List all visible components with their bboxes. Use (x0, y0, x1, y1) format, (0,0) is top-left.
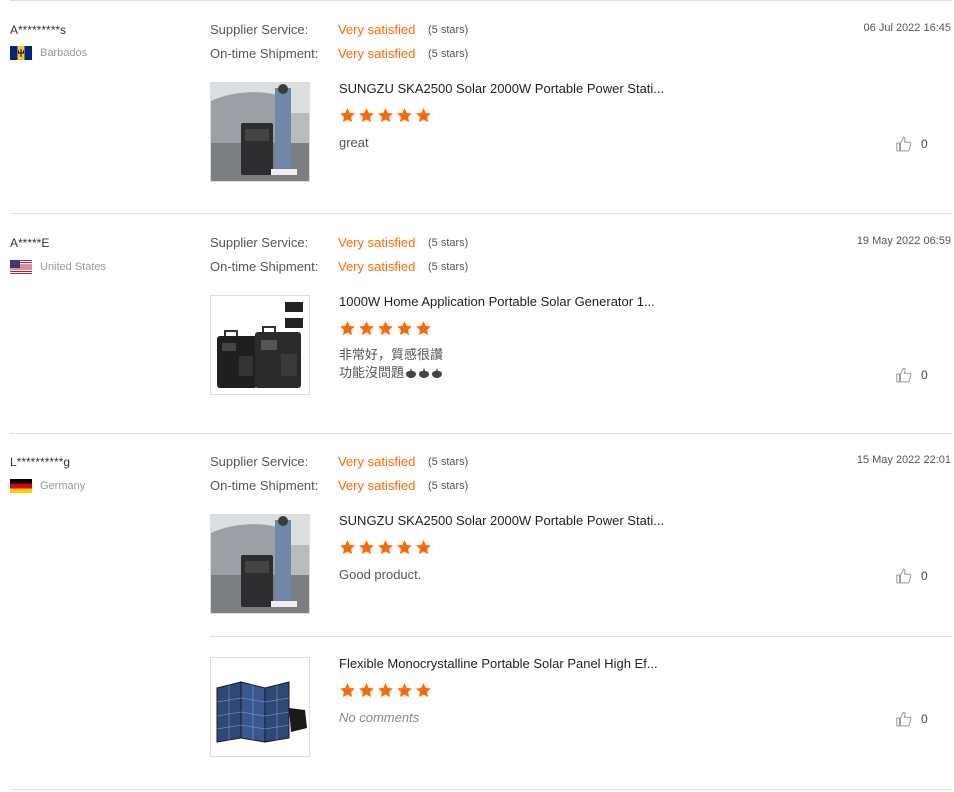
buyer-name: A*****E (10, 236, 50, 250)
star-icon (339, 682, 356, 699)
supplier-service-value: Very satisfied (338, 235, 416, 250)
comment-line: 非常好，質感很讚 (339, 347, 444, 362)
divider (10, 0, 952, 1)
supplier-service-stars: (5 stars) (428, 24, 469, 36)
supplier-service-value: Very satisfied (338, 454, 416, 469)
product-thumbnail[interactable] (210, 295, 310, 395)
product-thumbnail[interactable] (210, 82, 310, 182)
power-station-photo-icon (211, 83, 309, 181)
product-title[interactable]: SUNGZU SKA2500 Solar 2000W Portable Powe… (339, 81, 664, 96)
pointing-hand-icon (405, 367, 443, 379)
star-icon (377, 320, 394, 337)
helpful-button[interactable]: 0 (895, 135, 928, 153)
review-comment: 非常好，質感很讚 功能沒問題 (339, 346, 443, 382)
buyer-country: United States (10, 260, 106, 274)
star-icon (339, 320, 356, 337)
star-icon (415, 539, 432, 556)
power-station-photo-icon (211, 515, 309, 613)
product-thumbnail[interactable] (210, 514, 310, 614)
like-count: 0 (921, 569, 928, 583)
review-date: 06 Jul 2022 16:45 (863, 22, 951, 34)
star-icon (339, 539, 356, 556)
germany-flag-icon (10, 479, 32, 493)
solar-panel-photo-icon (211, 658, 309, 756)
supplier-service-value: Very satisfied (338, 22, 416, 37)
shipment-label: On-time Shipment: (210, 478, 319, 493)
review-date: 19 May 2022 06:59 (856, 235, 951, 247)
helpful-button[interactable]: 0 (895, 366, 928, 384)
product-thumbnail[interactable] (210, 657, 310, 757)
thumbs-up-icon (895, 135, 913, 153)
shipment-value: Very satisfied (338, 478, 416, 493)
buyer-name: A*********s (10, 23, 67, 37)
star-icon (358, 682, 375, 699)
shipment-value: Very satisfied (338, 46, 416, 61)
star-icon (358, 320, 375, 337)
usa-flag-icon (10, 260, 32, 274)
star-icon (377, 682, 394, 699)
shipment-value: Very satisfied (338, 259, 416, 274)
review-comment: No comments (339, 710, 420, 725)
review-comment: Good product. (339, 567, 422, 582)
like-count: 0 (921, 712, 928, 726)
star-icon (396, 682, 413, 699)
review-comment: great (339, 135, 369, 150)
country-name: United States (40, 261, 107, 273)
star-icon (415, 107, 432, 124)
star-icon (377, 539, 394, 556)
star-icon (415, 682, 432, 699)
shipment-stars: (5 stars) (428, 261, 469, 273)
product-title[interactable]: Flexible Monocrystalline Portable Solar … (339, 656, 658, 671)
product-rating (339, 107, 432, 124)
product-title[interactable]: SUNGZU SKA2500 Solar 2000W Portable Powe… (339, 513, 664, 528)
star-icon (396, 107, 413, 124)
helpful-button[interactable]: 0 (895, 710, 928, 728)
like-count: 0 (921, 137, 928, 151)
star-icon (358, 107, 375, 124)
product-rating (339, 320, 432, 337)
thumbs-up-icon (895, 366, 913, 384)
star-icon (377, 107, 394, 124)
buyer-country: Barbados (10, 46, 87, 60)
comment-line: 功能沒問題 (339, 364, 443, 382)
supplier-service-label: Supplier Service: (210, 22, 309, 37)
shipment-stars: (5 stars) (428, 48, 469, 60)
star-icon (415, 320, 432, 337)
like-count: 0 (921, 368, 928, 382)
divider (210, 636, 952, 637)
generator-photo-icon (211, 296, 309, 394)
country-name: Germany (40, 480, 86, 492)
divider (10, 213, 952, 214)
star-icon (358, 539, 375, 556)
thumbs-up-icon (895, 567, 913, 585)
shipment-stars: (5 stars) (428, 480, 469, 492)
star-icon (396, 539, 413, 556)
star-icon (339, 107, 356, 124)
review-date: 15 May 2022 22:01 (856, 454, 951, 466)
buyer-country: Germany (10, 479, 85, 493)
product-title[interactable]: 1000W Home Application Portable Solar Ge… (339, 294, 655, 309)
divider (10, 789, 952, 790)
divider (10, 433, 952, 434)
supplier-service-label: Supplier Service: (210, 235, 309, 250)
thumbs-up-icon (895, 710, 913, 728)
shipment-label: On-time Shipment: (210, 259, 319, 274)
product-rating (339, 682, 432, 699)
star-icon (396, 320, 413, 337)
buyer-name: L**********g (10, 455, 71, 469)
supplier-service-stars: (5 stars) (428, 456, 469, 468)
shipment-label: On-time Shipment: (210, 46, 319, 61)
barbados-flag-icon (10, 46, 32, 60)
product-rating (339, 539, 432, 556)
supplier-service-label: Supplier Service: (210, 454, 309, 469)
helpful-button[interactable]: 0 (895, 567, 928, 585)
supplier-service-stars: (5 stars) (428, 237, 469, 249)
country-name: Barbados (40, 47, 88, 59)
